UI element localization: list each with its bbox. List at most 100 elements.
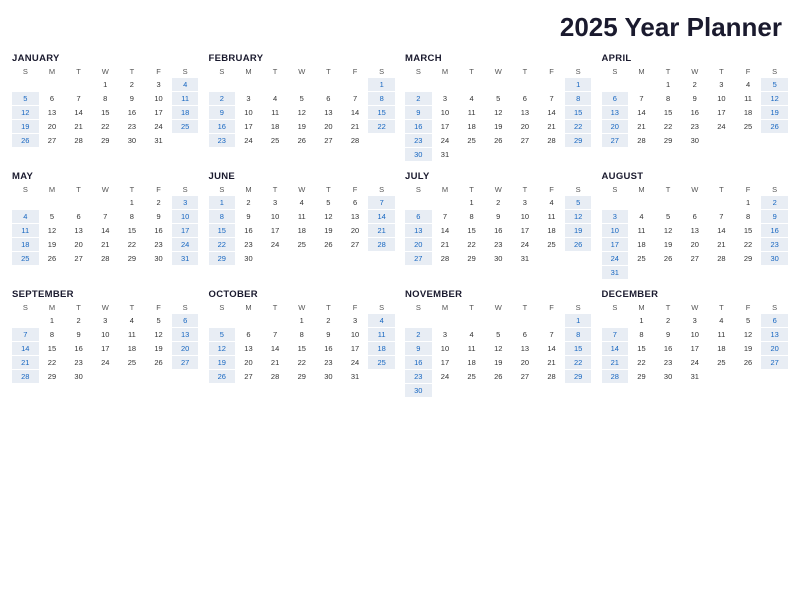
empty-day: [512, 314, 539, 327]
day-cell: 6: [65, 210, 92, 223]
empty-day: [315, 78, 342, 91]
day-cell: 31: [342, 370, 369, 383]
day-header: M: [432, 184, 459, 195]
day-cell: 21: [12, 356, 39, 369]
day-header: F: [145, 184, 172, 195]
day-cell: 21: [368, 224, 395, 237]
day-cell: 17: [342, 342, 369, 355]
day-cell: 20: [65, 238, 92, 251]
day-header: S: [209, 66, 236, 77]
day-cell: 10: [235, 106, 262, 119]
day-cell: 12: [209, 342, 236, 355]
day-header: W: [288, 302, 315, 313]
day-cell: 16: [761, 224, 788, 237]
month-block-november: NOVEMBERSMTWTFS1234567891011121314151617…: [403, 287, 594, 399]
month-name: OCTOBER: [209, 289, 396, 300]
day-cell: 15: [92, 106, 119, 119]
day-cell: 30: [235, 252, 262, 265]
day-cell: 15: [209, 224, 236, 237]
month-block-march: MARCHSMTWTFS1234567891011121314151617181…: [403, 51, 594, 163]
day-header: W: [485, 184, 512, 195]
day-cell: 27: [342, 238, 369, 251]
day-cell: 14: [342, 106, 369, 119]
day-cell: 9: [315, 328, 342, 341]
day-cell: 9: [235, 210, 262, 223]
day-cell: 11: [458, 106, 485, 119]
day-cell: 2: [209, 92, 236, 105]
day-cell: 4: [368, 314, 395, 327]
day-header: W: [288, 66, 315, 77]
day-cell: 23: [681, 120, 708, 133]
month-name: JANUARY: [12, 53, 199, 64]
day-cell: 22: [735, 238, 762, 251]
day-cell: 29: [565, 370, 592, 383]
day-header: T: [315, 184, 342, 195]
day-cell: 5: [39, 210, 66, 223]
day-cell: 7: [538, 92, 565, 105]
day-cell: 24: [342, 356, 369, 369]
day-cell: 16: [65, 342, 92, 355]
day-cell: 1: [458, 196, 485, 209]
empty-day: [602, 196, 629, 209]
day-cell: 4: [262, 92, 289, 105]
day-cell: 9: [405, 106, 432, 119]
day-cell: 27: [39, 134, 66, 147]
day-cell: 6: [602, 92, 629, 105]
day-cell: 4: [458, 92, 485, 105]
day-cell: 28: [628, 134, 655, 147]
empty-day: [538, 314, 565, 327]
day-cell: 20: [39, 120, 66, 133]
day-cell: 3: [262, 196, 289, 209]
day-cell: 16: [235, 224, 262, 237]
empty-day: [602, 78, 629, 91]
day-cell: 25: [12, 252, 39, 265]
day-header: T: [708, 66, 735, 77]
day-cell: 19: [315, 224, 342, 237]
day-cell: 31: [681, 370, 708, 383]
day-cell: 15: [288, 342, 315, 355]
day-cell: 19: [655, 238, 682, 251]
day-cell: 8: [92, 92, 119, 105]
day-cell: 23: [315, 356, 342, 369]
day-cell: 27: [235, 370, 262, 383]
day-cell: 6: [39, 92, 66, 105]
day-cell: 30: [405, 148, 432, 161]
empty-day: [628, 196, 655, 209]
day-cell: 26: [315, 238, 342, 251]
day-cell: 22: [368, 120, 395, 133]
day-cell: 17: [432, 120, 459, 133]
empty-day: [708, 196, 735, 209]
day-cell: 25: [368, 356, 395, 369]
day-cell: 12: [655, 224, 682, 237]
day-cell: 14: [538, 106, 565, 119]
day-cell: 7: [12, 328, 39, 341]
day-cell: 1: [368, 78, 395, 91]
empty-day: [512, 78, 539, 91]
day-cell: 13: [315, 106, 342, 119]
day-cell: 16: [119, 106, 146, 119]
day-cell: 21: [628, 120, 655, 133]
day-cell: 14: [432, 224, 459, 237]
empty-day: [235, 78, 262, 91]
day-header: S: [761, 302, 788, 313]
empty-day: [432, 196, 459, 209]
day-header: T: [262, 66, 289, 77]
day-header: T: [119, 66, 146, 77]
day-cell: 16: [655, 342, 682, 355]
day-cell: 8: [458, 210, 485, 223]
day-cell: 24: [602, 252, 629, 265]
day-cell: 2: [65, 314, 92, 327]
day-cell: 10: [432, 342, 459, 355]
day-cell: 4: [538, 196, 565, 209]
day-cell: 6: [512, 328, 539, 341]
day-header: W: [92, 184, 119, 195]
day-cell: 5: [12, 92, 39, 105]
day-cell: 16: [145, 224, 172, 237]
day-cell: 1: [735, 196, 762, 209]
day-cell: 6: [315, 92, 342, 105]
day-cell: 11: [458, 342, 485, 355]
day-cell: 15: [368, 106, 395, 119]
day-cell: 24: [92, 356, 119, 369]
day-cell: 10: [342, 328, 369, 341]
day-cell: 18: [735, 106, 762, 119]
